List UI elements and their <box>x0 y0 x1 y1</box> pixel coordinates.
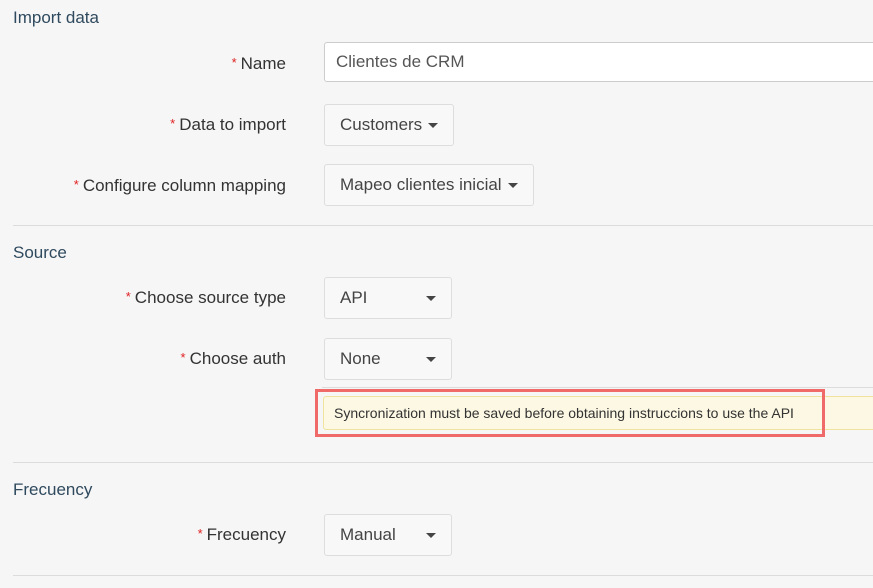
caret-down-icon <box>507 182 518 188</box>
required-marker: * <box>231 55 237 70</box>
required-marker: * <box>73 177 79 192</box>
section-title-frequency: Frecuency <box>13 480 93 499</box>
required-marker: * <box>180 350 186 365</box>
caret-down-icon <box>428 122 439 128</box>
auth-label: * Choose auth <box>180 349 286 368</box>
data-to-import-label: * Data to import <box>170 115 286 134</box>
section-divider <box>13 225 873 226</box>
section-divider <box>13 575 873 576</box>
source-type-value: API <box>340 288 368 307</box>
section-title-source: Source <box>13 243 67 262</box>
source-type-label: * Choose source type <box>125 288 286 307</box>
data-to-import-dropdown[interactable]: Customers <box>324 104 455 146</box>
frequency-value: Manual <box>340 525 396 544</box>
section-divider <box>13 462 873 463</box>
caret-down-icon <box>426 356 436 362</box>
frequency-dropdown[interactable]: Manual <box>324 514 452 556</box>
frequency-label: * Frecuency <box>197 525 286 544</box>
api-warning-alert: Syncronization must be saved before obta… <box>323 396 873 430</box>
section-title-import-data: Import data <box>13 8 99 27</box>
required-marker: * <box>197 526 203 541</box>
source-type-dropdown[interactable]: API <box>324 277 452 319</box>
column-mapping-label: * Configure column mapping <box>73 176 286 195</box>
api-warning-text: Syncronization must be saved before obta… <box>334 405 794 421</box>
auth-dropdown[interactable]: None <box>324 338 452 380</box>
caret-down-icon <box>426 532 436 538</box>
column-mapping-dropdown[interactable]: Mapeo clientes inicial <box>324 164 534 206</box>
alert-separator <box>322 387 873 388</box>
caret-down-icon <box>426 295 436 301</box>
data-to-import-value: Customers <box>340 115 423 134</box>
column-mapping-value: Mapeo clientes inicial <box>340 175 502 194</box>
name-label: * Name <box>231 54 286 73</box>
required-marker: * <box>170 116 176 131</box>
required-marker: * <box>125 289 131 304</box>
name-input[interactable] <box>324 42 873 82</box>
auth-value: None <box>340 349 381 368</box>
